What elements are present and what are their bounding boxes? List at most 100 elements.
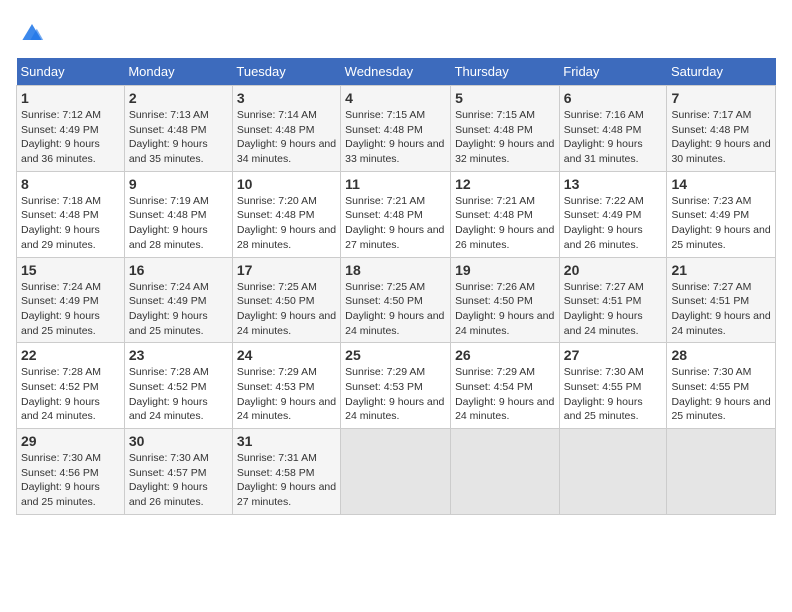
calendar-cell: 11 Sunrise: 7:21 AM Sunset: 4:48 PM Dayl… [341,171,451,257]
calendar-cell: 31 Sunrise: 7:31 AM Sunset: 4:58 PM Dayl… [232,429,340,515]
calendar-cell: 12 Sunrise: 7:21 AM Sunset: 4:48 PM Dayl… [451,171,560,257]
calendar-cell: 8 Sunrise: 7:18 AM Sunset: 4:48 PM Dayli… [17,171,125,257]
day-info: Sunrise: 7:29 AM Sunset: 4:53 PM Dayligh… [345,365,446,424]
day-info: Sunrise: 7:25 AM Sunset: 4:50 PM Dayligh… [345,280,446,339]
day-number: 31 [237,433,336,449]
day-header-monday: Monday [124,58,232,86]
day-info: Sunrise: 7:16 AM Sunset: 4:48 PM Dayligh… [564,108,663,167]
day-number: 1 [21,90,120,106]
calendar-cell: 19 Sunrise: 7:26 AM Sunset: 4:50 PM Dayl… [451,257,560,343]
day-info: Sunrise: 7:31 AM Sunset: 4:58 PM Dayligh… [237,451,336,510]
day-header-sunday: Sunday [17,58,125,86]
calendar-cell: 28 Sunrise: 7:30 AM Sunset: 4:55 PM Dayl… [667,343,776,429]
day-number: 26 [455,347,555,363]
day-info: Sunrise: 7:28 AM Sunset: 4:52 PM Dayligh… [129,365,228,424]
day-number: 23 [129,347,228,363]
calendar-cell: 26 Sunrise: 7:29 AM Sunset: 4:54 PM Dayl… [451,343,560,429]
calendar-cell: 7 Sunrise: 7:17 AM Sunset: 4:48 PM Dayli… [667,86,776,172]
day-info: Sunrise: 7:18 AM Sunset: 4:48 PM Dayligh… [21,194,120,253]
day-number: 22 [21,347,120,363]
calendar-cell [451,429,560,515]
calendar-cell: 5 Sunrise: 7:15 AM Sunset: 4:48 PM Dayli… [451,86,560,172]
calendar-cell: 15 Sunrise: 7:24 AM Sunset: 4:49 PM Dayl… [17,257,125,343]
calendar-cell: 23 Sunrise: 7:28 AM Sunset: 4:52 PM Dayl… [124,343,232,429]
calendar-cell: 13 Sunrise: 7:22 AM Sunset: 4:49 PM Dayl… [559,171,667,257]
calendar-cell: 9 Sunrise: 7:19 AM Sunset: 4:48 PM Dayli… [124,171,232,257]
calendar-cell: 6 Sunrise: 7:16 AM Sunset: 4:48 PM Dayli… [559,86,667,172]
day-number: 21 [671,262,771,278]
day-info: Sunrise: 7:26 AM Sunset: 4:50 PM Dayligh… [455,280,555,339]
day-info: Sunrise: 7:13 AM Sunset: 4:48 PM Dayligh… [129,108,228,167]
day-header-friday: Friday [559,58,667,86]
calendar-cell [341,429,451,515]
day-info: Sunrise: 7:30 AM Sunset: 4:55 PM Dayligh… [671,365,771,424]
day-number: 16 [129,262,228,278]
day-number: 19 [455,262,555,278]
day-number: 25 [345,347,446,363]
day-number: 13 [564,176,663,192]
calendar-cell: 25 Sunrise: 7:29 AM Sunset: 4:53 PM Dayl… [341,343,451,429]
calendar-cell: 22 Sunrise: 7:28 AM Sunset: 4:52 PM Dayl… [17,343,125,429]
day-number: 14 [671,176,771,192]
calendar-cell: 3 Sunrise: 7:14 AM Sunset: 4:48 PM Dayli… [232,86,340,172]
day-number: 30 [129,433,228,449]
calendar-week-5: 29 Sunrise: 7:30 AM Sunset: 4:56 PM Dayl… [17,429,776,515]
calendar-table: SundayMondayTuesdayWednesdayThursdayFrid… [16,58,776,515]
calendar-cell [667,429,776,515]
day-number: 29 [21,433,120,449]
day-header-wednesday: Wednesday [341,58,451,86]
day-number: 20 [564,262,663,278]
day-number: 11 [345,176,446,192]
calendar-cell: 4 Sunrise: 7:15 AM Sunset: 4:48 PM Dayli… [341,86,451,172]
logo [16,16,52,48]
day-number: 4 [345,90,446,106]
calendar-cell: 16 Sunrise: 7:24 AM Sunset: 4:49 PM Dayl… [124,257,232,343]
day-number: 10 [237,176,336,192]
day-number: 2 [129,90,228,106]
day-number: 5 [455,90,555,106]
day-info: Sunrise: 7:25 AM Sunset: 4:50 PM Dayligh… [237,280,336,339]
day-info: Sunrise: 7:30 AM Sunset: 4:56 PM Dayligh… [21,451,120,510]
day-info: Sunrise: 7:15 AM Sunset: 4:48 PM Dayligh… [345,108,446,167]
calendar-cell: 14 Sunrise: 7:23 AM Sunset: 4:49 PM Dayl… [667,171,776,257]
logo-icon [16,16,48,48]
day-header-saturday: Saturday [667,58,776,86]
day-info: Sunrise: 7:29 AM Sunset: 4:54 PM Dayligh… [455,365,555,424]
calendar-cell: 17 Sunrise: 7:25 AM Sunset: 4:50 PM Dayl… [232,257,340,343]
calendar-cell: 10 Sunrise: 7:20 AM Sunset: 4:48 PM Dayl… [232,171,340,257]
day-number: 15 [21,262,120,278]
day-number: 18 [345,262,446,278]
calendar-cell: 1 Sunrise: 7:12 AM Sunset: 4:49 PM Dayli… [17,86,125,172]
day-number: 17 [237,262,336,278]
day-info: Sunrise: 7:19 AM Sunset: 4:48 PM Dayligh… [129,194,228,253]
day-info: Sunrise: 7:20 AM Sunset: 4:48 PM Dayligh… [237,194,336,253]
calendar-week-4: 22 Sunrise: 7:28 AM Sunset: 4:52 PM Dayl… [17,343,776,429]
day-info: Sunrise: 7:21 AM Sunset: 4:48 PM Dayligh… [455,194,555,253]
calendar-cell: 20 Sunrise: 7:27 AM Sunset: 4:51 PM Dayl… [559,257,667,343]
day-number: 9 [129,176,228,192]
calendar-week-3: 15 Sunrise: 7:24 AM Sunset: 4:49 PM Dayl… [17,257,776,343]
day-info: Sunrise: 7:27 AM Sunset: 4:51 PM Dayligh… [564,280,663,339]
calendar-week-2: 8 Sunrise: 7:18 AM Sunset: 4:48 PM Dayli… [17,171,776,257]
calendar-cell [559,429,667,515]
day-number: 12 [455,176,555,192]
calendar-cell: 18 Sunrise: 7:25 AM Sunset: 4:50 PM Dayl… [341,257,451,343]
calendar-cell: 30 Sunrise: 7:30 AM Sunset: 4:57 PM Dayl… [124,429,232,515]
day-number: 8 [21,176,120,192]
page-header [16,16,776,48]
day-info: Sunrise: 7:21 AM Sunset: 4:48 PM Dayligh… [345,194,446,253]
day-info: Sunrise: 7:24 AM Sunset: 4:49 PM Dayligh… [129,280,228,339]
day-info: Sunrise: 7:14 AM Sunset: 4:48 PM Dayligh… [237,108,336,167]
day-number: 6 [564,90,663,106]
day-info: Sunrise: 7:22 AM Sunset: 4:49 PM Dayligh… [564,194,663,253]
day-number: 3 [237,90,336,106]
day-number: 27 [564,347,663,363]
day-info: Sunrise: 7:27 AM Sunset: 4:51 PM Dayligh… [671,280,771,339]
day-info: Sunrise: 7:15 AM Sunset: 4:48 PM Dayligh… [455,108,555,167]
day-number: 28 [671,347,771,363]
calendar-cell: 24 Sunrise: 7:29 AM Sunset: 4:53 PM Dayl… [232,343,340,429]
day-header-thursday: Thursday [451,58,560,86]
calendar-cell: 2 Sunrise: 7:13 AM Sunset: 4:48 PM Dayli… [124,86,232,172]
calendar-cell: 21 Sunrise: 7:27 AM Sunset: 4:51 PM Dayl… [667,257,776,343]
day-number: 7 [671,90,771,106]
